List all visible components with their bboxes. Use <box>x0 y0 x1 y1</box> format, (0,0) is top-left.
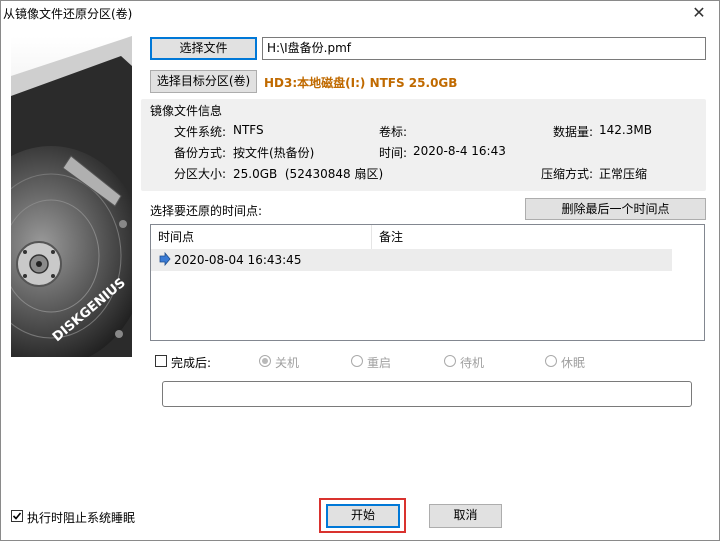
close-icon[interactable]: ✕ <box>689 3 709 23</box>
target-partition-text: HD3:本地磁盘(I:) NTFS 25.0GB <box>264 76 458 90</box>
filesystem-value: NTFS <box>233 123 264 137</box>
after-complete-label: 完成后: <box>171 356 212 370</box>
restore-dialog: 从镜像文件还原分区(卷) ✕ DISKGENIUS 选择文件 H:\I盘备份.p… <box>0 0 720 541</box>
timepoint-list[interactable]: 时间点 备注 2020-08-04 16:43:45 <box>150 224 705 341</box>
partition-size-value: 25.0GB (52430848 扇区) <box>233 167 384 181</box>
prevent-sleep-checkbox[interactable] <box>11 510 23 522</box>
radio-shutdown-label: 关机 <box>275 356 300 370</box>
delete-last-timepoint-button[interactable]: 删除最后一个时间点 <box>525 198 706 220</box>
window-title: 从镜像文件还原分区(卷) <box>3 7 133 21</box>
timepoint-cell: 2020-08-04 16:43:45 <box>174 253 302 267</box>
compression-label: 压缩方式: <box>541 167 594 181</box>
prevent-sleep-label: 执行时阻止系统睡眠 <box>27 511 136 525</box>
volume-label-label: 卷标: <box>379 125 408 139</box>
radio-standby-label: 待机 <box>460 356 485 370</box>
start-button[interactable]: 开始 <box>326 504 400 528</box>
backup-time-label: 时间: <box>379 146 408 160</box>
title-bar: 从镜像文件还原分区(卷) ✕ <box>1 1 719 25</box>
status-box <box>162 381 692 407</box>
hard-disk-illustration: DISKGENIUS <box>11 36 132 357</box>
after-complete-checkbox[interactable] <box>155 355 167 367</box>
backup-mode-value: 按文件(热备份) <box>233 146 315 160</box>
select-file-button[interactable]: 选择文件 <box>150 37 257 60</box>
data-size-value: 142.3MB <box>599 123 652 137</box>
column-header-timepoint[interactable]: 时间点 <box>151 225 372 249</box>
compression-value: 正常压缩 <box>599 167 648 181</box>
radio-standby[interactable] <box>444 355 456 367</box>
column-header-note[interactable]: 备注 <box>372 225 672 249</box>
arrow-right-icon <box>159 251 171 269</box>
radio-restart-label: 重启 <box>367 356 392 370</box>
cancel-button[interactable]: 取消 <box>429 504 502 528</box>
file-path-field[interactable]: H:\I盘备份.pmf <box>262 37 706 60</box>
backup-time-value: 2020-8-4 16:43 <box>413 144 506 158</box>
radio-hibernate-label: 休眠 <box>561 356 586 370</box>
radio-restart[interactable] <box>351 355 363 367</box>
backup-mode-label: 备份方式: <box>174 146 227 160</box>
timepoint-list-header: 时间点 备注 <box>151 225 672 250</box>
radio-shutdown[interactable] <box>259 355 271 367</box>
checkmark-icon <box>12 512 22 520</box>
table-row[interactable]: 2020-08-04 16:43:45 <box>151 249 672 271</box>
filesystem-label: 文件系统: <box>174 125 227 139</box>
timepoints-heading: 选择要还原的时间点: <box>150 204 263 218</box>
select-target-partition-button[interactable]: 选择目标分区(卷) <box>150 70 257 93</box>
partition-size-label: 分区大小: <box>174 167 227 181</box>
radio-hibernate[interactable] <box>545 355 557 367</box>
diskgenius-banner: DISKGENIUS <box>11 36 132 357</box>
data-size-label: 数据量: <box>553 125 594 139</box>
image-info-heading: 镜像文件信息 <box>150 104 223 118</box>
